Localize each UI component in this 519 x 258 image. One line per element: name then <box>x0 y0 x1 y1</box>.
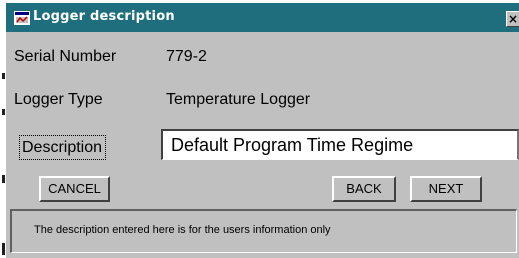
cancel-button[interactable]: CANCEL <box>39 176 110 202</box>
logger-type-value: Temperature Logger <box>166 91 311 108</box>
app-icon <box>14 11 30 25</box>
logger-type-label: Logger Type <box>14 91 103 108</box>
edge-mark <box>2 243 5 255</box>
status-text: The description entered here is for the … <box>34 224 331 236</box>
title-bar[interactable]: Logger description × <box>6 3 519 32</box>
logger-description-dialog: Logger description × Serial Number 779-2… <box>6 3 519 258</box>
window-title: Logger description <box>33 9 175 24</box>
close-icon: × <box>507 12 519 26</box>
description-label: Description <box>19 135 107 160</box>
description-input[interactable] <box>161 129 519 160</box>
edge-mark <box>2 175 5 183</box>
serial-number-label: Serial Number <box>14 48 117 65</box>
edge-mark <box>2 109 5 115</box>
serial-number-value: 779-2 <box>166 48 207 65</box>
edge-mark <box>2 73 5 79</box>
back-button[interactable]: BACK <box>332 176 396 202</box>
next-button[interactable]: NEXT <box>410 176 482 202</box>
status-bar: The description entered here is for the … <box>10 209 517 253</box>
close-button[interactable]: × <box>506 11 519 27</box>
